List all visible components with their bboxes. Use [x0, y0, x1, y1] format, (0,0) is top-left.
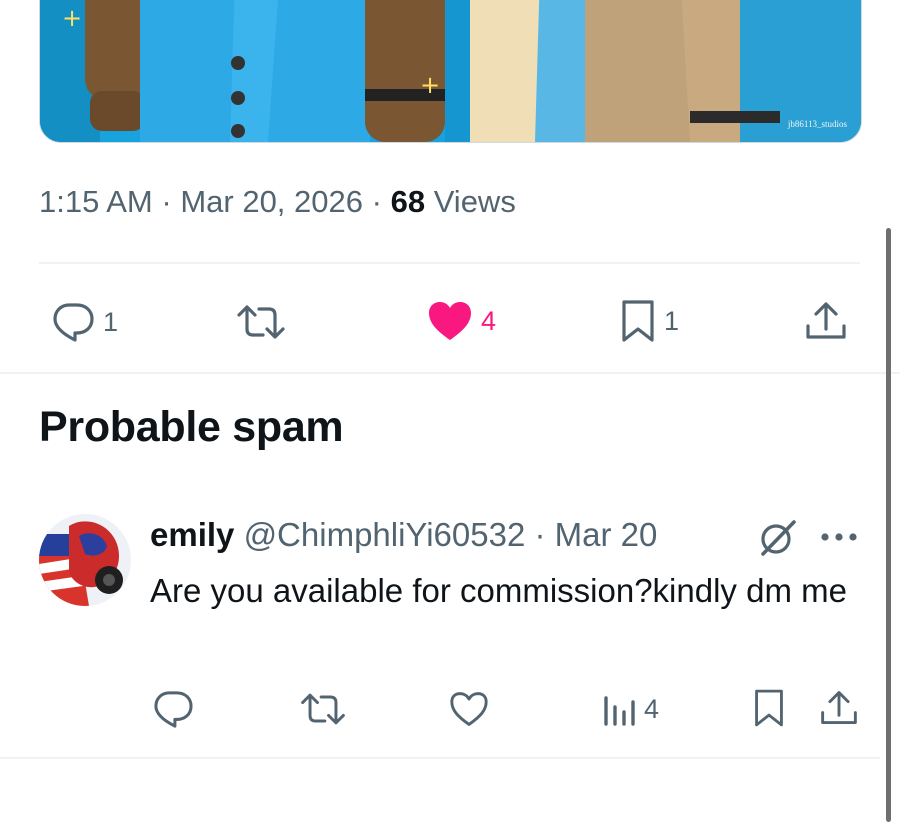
svg-text:+: +: [62, 4, 82, 32]
reply-views-count: 4: [644, 693, 660, 724]
meta-separator: ·: [161, 184, 172, 219]
tweet-meta: 1:15 AM · Mar 20, 2026 · 68 Views: [39, 184, 516, 220]
retweet-icon: [237, 305, 285, 339]
divider: [0, 372, 900, 374]
svg-text:+: +: [420, 71, 440, 99]
scrollbar[interactable]: [886, 228, 891, 822]
tweet-date[interactable]: Mar 20, 2026: [180, 184, 363, 219]
media-watermark: jb86113_studios: [787, 119, 847, 129]
bookmark-count: 1: [664, 305, 680, 336]
reply-views-button[interactable]: 4: [602, 690, 659, 728]
tweet-media[interactable]: + + jb86113_studios: [39, 0, 862, 143]
grok-button[interactable]: [757, 518, 797, 563]
reply-share-button[interactable]: [819, 688, 859, 733]
media-illustration: + +: [40, 0, 861, 142]
retweet-button[interactable]: [234, 302, 288, 342]
avatar[interactable]: [39, 514, 131, 606]
reply-icon: [154, 691, 193, 728]
divider: [39, 262, 860, 264]
reply-text: Are you available for commission?kindly …: [150, 572, 847, 609]
tweet-time[interactable]: 1:15 AM: [39, 184, 153, 219]
bookmark-icon: [755, 689, 783, 727]
views-icon: [604, 696, 635, 726]
share-icon: [821, 691, 857, 724]
grok-icon: [761, 520, 796, 556]
heart-filled-icon: [429, 302, 471, 340]
more-button[interactable]: [820, 530, 858, 549]
divider: [0, 757, 880, 759]
reply-author-handle[interactable]: @ChimphliYi60532: [244, 516, 526, 553]
more-icon: [821, 533, 857, 541]
heart-icon: [450, 692, 488, 726]
meta-separator: ·: [371, 184, 382, 219]
reply-bookmark-button[interactable]: [753, 688, 785, 733]
reply-like-button[interactable]: [448, 690, 490, 733]
views-count: 68: [390, 184, 426, 219]
like-button[interactable]: 4: [427, 300, 496, 342]
like-count: 4: [481, 305, 497, 336]
bookmark-button[interactable]: 1: [620, 299, 679, 343]
reply-icon: [53, 303, 94, 342]
views-label: Views: [433, 184, 516, 219]
reply-reply-button[interactable]: [152, 690, 194, 733]
reply-separator: ·: [534, 516, 546, 553]
section-title: Probable spam: [39, 403, 344, 451]
bookmark-icon: [622, 300, 654, 342]
retweet-icon: [301, 693, 345, 725]
share-icon: [806, 302, 846, 339]
reply-retweet-button[interactable]: [298, 690, 348, 733]
reply-button[interactable]: 1: [51, 302, 118, 342]
reply-date[interactable]: Mar 20: [555, 516, 658, 553]
share-button[interactable]: [804, 299, 848, 343]
avatar-image: [39, 514, 131, 606]
reply-header: emily @ChimphliYi60532 · Mar 20: [150, 516, 657, 554]
reply-author-name[interactable]: emily: [150, 516, 234, 553]
reply-count: 1: [103, 306, 119, 337]
